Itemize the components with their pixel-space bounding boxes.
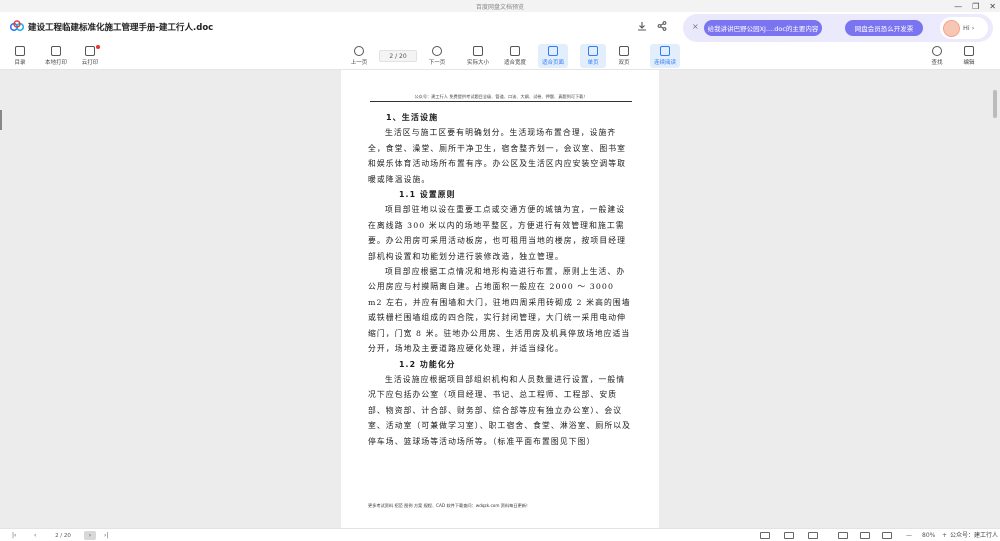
assistant-avatar [943, 19, 960, 37]
view-continuous-icon[interactable] [808, 531, 818, 540]
prev-page-button[interactable]: 上一页 [344, 44, 374, 68]
fit-page-label: 适合页面 [541, 60, 564, 66]
prev-page-icon [354, 46, 364, 56]
actual-size-small-icon[interactable] [882, 531, 892, 540]
window-controls: — ❐ ✕ [954, 0, 996, 12]
page-number-input[interactable]: 2 / 20 [379, 50, 417, 62]
viewer-toolbar: 目录 本地打印 云打印 上一页 2 / 20 下一页 实际大小 适合宽度 适合页… [0, 42, 1000, 70]
subsection-heading: 1.1 设置原则 [399, 190, 456, 200]
prev-page-label: 上一页 [350, 60, 368, 66]
edit-label: 编辑 [963, 60, 975, 66]
paragraph: 生活区与施工区要有明确划分。生活现场布置合理，设施齐全，食堂、澡堂、厕所干净卫生… [368, 128, 627, 184]
zoom-in-button[interactable]: + [942, 531, 947, 540]
minimize-button[interactable]: — [954, 2, 962, 11]
subsection-heading: 1.2 功能化分 [399, 359, 456, 369]
fit-width-button[interactable]: 适合宽度 [500, 44, 530, 68]
page-header: 公众号：建工行人 免费提供考试题目全级、管道、口诀、大纲、试卷、押题、真题到可下… [370, 94, 632, 102]
cloud-print-icon [85, 46, 95, 56]
ai-summary-pill[interactable]: 给我讲讲巴野公园XJ....doc的主要内容 [704, 20, 822, 36]
next-page-label: 下一页 [428, 60, 446, 66]
download-icon[interactable] [636, 20, 648, 32]
zoom-out-button[interactable]: — [906, 531, 912, 540]
view-single-icon[interactable] [760, 531, 770, 540]
single-page-icon [588, 46, 598, 56]
last-page-button[interactable]: ›| [104, 531, 108, 540]
single-page-label: 单页 [587, 60, 599, 66]
status-page-indicator[interactable]: 2 / 20 [46, 531, 80, 540]
promo-close-icon[interactable]: × [692, 22, 699, 31]
vip-invoice-pill[interactable]: 网盘会员恐么开发票 [845, 20, 923, 36]
watermark-text: 公众号：建工行人 [949, 532, 998, 539]
search-label: 查找 [931, 60, 943, 66]
zoom-level: 80% [922, 532, 936, 539]
paragraph: 生活设施应根据项目部组织机构和人员数量进行设置，一般情况下应包括办公室（项目经理… [368, 374, 632, 446]
actual-size-button[interactable]: 实际大小 [463, 44, 493, 68]
next-page-icon [432, 46, 442, 56]
page-body: 1、生活设施 生活区与施工区要有明确划分。生活现场布置合理，设施齐全，食堂、澡堂… [368, 110, 632, 449]
status-bar: |‹ ‹ 2 / 20 › ›| — 80% + 公众号：建工行人 [0, 528, 1000, 541]
document-page: 公众号：建工行人 免费提供考试题目全级、管道、口诀、大纲、试卷、押题、真题到可下… [341, 70, 659, 528]
continuous-icon [660, 46, 670, 56]
search-icon [932, 46, 942, 56]
printer-icon [51, 46, 61, 56]
document-viewport[interactable]: 公众号：建工行人 免费提供考试题目全级、管道、口诀、大纲、试卷、押题、真题到可下… [0, 70, 1000, 528]
fit-width-icon [510, 46, 520, 56]
document-header: 建设工程临建标准化施工管理手册-建工行人.doc × 给我讲讲巴野公园XJ...… [0, 12, 1000, 42]
window-title-bar: 百度网盘文档预览 — ❐ ✕ [0, 0, 1000, 12]
ai-promo-bar: × 给我讲讲巴野公园XJ....doc的主要内容 网盘会员恐么开发票 Hi › [683, 14, 993, 42]
paragraph: 项目部驻地以设在重要工点或交通方便的城镇为宜，一般建设在离线路 300 米以内的… [368, 205, 627, 261]
toc-button[interactable]: 目录 [5, 44, 35, 68]
toc-label: 目录 [14, 60, 26, 66]
single-page-button[interactable]: 单页 [580, 44, 606, 68]
fit-page-button[interactable]: 适合页面 [538, 44, 568, 68]
cloud-print-label: 云打印 [81, 60, 99, 66]
actual-size-label: 实际大小 [466, 60, 489, 66]
continuous-read-label: 连续阅读 [653, 60, 676, 66]
fit-width-label: 适合宽度 [503, 60, 526, 66]
view-double-icon[interactable] [784, 531, 794, 540]
document-title: 建设工程临建标准化施工管理手册-建工行人.doc [28, 23, 214, 33]
edit-button[interactable]: 编辑 [956, 44, 982, 68]
app-title: 百度网盘文档预览 [475, 3, 524, 11]
cloud-print-button[interactable]: 云打印 [75, 44, 105, 68]
section-heading: 1、生活设施 [386, 113, 439, 122]
assistant-chip[interactable]: Hi › [940, 17, 988, 39]
toc-icon [15, 46, 25, 56]
share-icon[interactable] [656, 20, 668, 32]
notification-dot [96, 45, 100, 49]
assistant-greeting: Hi › [963, 24, 975, 32]
edit-icon [964, 46, 974, 56]
prev-page-small-button[interactable]: ‹ [34, 531, 36, 540]
vertical-scrollbar[interactable] [993, 90, 997, 118]
local-print-label: 本地打印 [44, 60, 67, 66]
paragraph: 项目部应根据工点情况和地形构造进行布置，原则上生活、办公用房应与村摸隔离自建。占… [368, 267, 631, 354]
fit-width-small-icon[interactable] [860, 531, 870, 540]
double-page-icon [619, 46, 629, 56]
double-page-label: 双页 [618, 60, 630, 66]
close-button[interactable]: ✕ [989, 2, 996, 11]
restore-button[interactable]: ❐ [972, 2, 979, 11]
sidebar-collapse-handle[interactable] [0, 110, 2, 130]
local-print-button[interactable]: 本地打印 [41, 44, 71, 68]
search-button[interactable]: 查找 [924, 44, 950, 68]
double-page-button[interactable]: 双页 [611, 44, 637, 68]
first-page-button[interactable]: |‹ [12, 531, 16, 540]
fit-page-icon [548, 46, 558, 56]
baidu-netdisk-logo-icon [10, 20, 24, 32]
continuous-read-button[interactable]: 连续阅读 [650, 44, 680, 68]
page-footer: 更多考试资料 招范 图例 方案 规程、CAD 软件下载查问：wdqzk.com … [368, 503, 531, 508]
fit-page-small-icon[interactable] [838, 531, 848, 540]
next-page-button[interactable]: 下一页 [422, 44, 452, 68]
actual-size-icon [473, 46, 483, 56]
next-page-small-button[interactable]: › [84, 531, 96, 540]
